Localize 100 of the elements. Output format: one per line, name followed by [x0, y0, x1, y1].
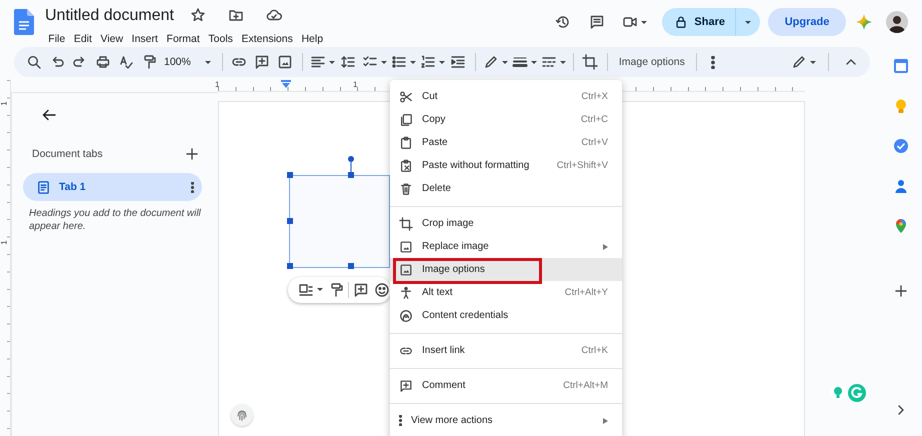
insert-image-icon — [277, 54, 294, 70]
menu-item[interactable]: Content credentials — [390, 304, 622, 327]
caret-icon — [438, 60, 445, 64]
caret-icon — [380, 60, 387, 64]
upgrade-button[interactable]: Upgrade — [768, 8, 846, 36]
image-icon — [399, 240, 413, 254]
back-arrow-icon — [41, 107, 57, 123]
indent-marker[interactable] — [281, 80, 291, 88]
crop-icon — [399, 216, 413, 230]
menu-item[interactable]: Delete — [390, 177, 622, 200]
more-icon — [399, 415, 402, 426]
caret-icon — [410, 60, 416, 64]
share-button[interactable]: Share — [662, 8, 760, 36]
caret-icon — [641, 20, 648, 24]
resize-handle[interactable] — [348, 263, 354, 270]
map-pin-icon — [893, 218, 909, 234]
menu-item[interactable]: View — [96, 32, 128, 46]
scissors-icon — [399, 90, 413, 104]
caret-icon — [502, 60, 508, 64]
caret-icon — [204, 60, 211, 64]
star-icon — [190, 7, 206, 23]
border-color-icon — [482, 54, 499, 70]
rotate-handle[interactable] — [348, 156, 354, 175]
caret-icon — [745, 20, 751, 24]
crop-icon — [582, 54, 598, 70]
avatar[interactable] — [886, 11, 908, 33]
add-comment-icon — [353, 282, 370, 298]
ruler-number: 1 — [215, 80, 220, 89]
align-icon — [310, 54, 326, 70]
menu-item[interactable]: Help — [297, 32, 328, 46]
image-options-button[interactable]: Image options — [612, 50, 691, 74]
more-icon — [711, 56, 716, 68]
menu-item[interactable]: Paste without formatting Ctrl+Shift+V — [390, 154, 622, 177]
more-icon — [191, 182, 194, 192]
menu-item[interactable]: Edit — [70, 32, 96, 46]
numbered-list-icon — [420, 54, 436, 70]
bulleted-list-icon — [390, 54, 407, 70]
menu-item[interactable]: Paste Ctrl+V — [390, 131, 622, 154]
menu-item[interactable]: Crop image — [390, 212, 622, 235]
clipboard-icon — [399, 158, 413, 172]
ruler-number: 1 — [0, 101, 9, 106]
wrap-text-icon — [298, 282, 314, 298]
shortcut-text: Ctrl+K — [581, 345, 608, 356]
section-heading: Document tabs — [32, 148, 103, 160]
menu-item[interactable]: File — [44, 32, 70, 46]
caret-icon — [560, 60, 566, 64]
cloud-status-icon — [266, 7, 282, 23]
ruler-number: 1 — [0, 240, 9, 245]
shortcut-text: Ctrl+X — [581, 91, 608, 102]
line-spacing-icon — [340, 54, 356, 70]
lightbulb-icon — [893, 98, 909, 114]
document-title[interactable]: Untitled document — [44, 6, 175, 24]
document-tab[interactable]: Tab 1 — [23, 173, 202, 201]
menu-item[interactable]: Copy Ctrl+C — [390, 108, 622, 131]
credentials-icon — [399, 308, 413, 322]
document-icon — [36, 180, 51, 194]
shortcut-text: Ctrl+C — [580, 114, 608, 125]
spellcheck-icon — [118, 54, 134, 70]
shortcut-text: Ctrl+Alt+Y — [564, 287, 608, 298]
trash-icon — [399, 182, 413, 196]
print-icon — [94, 54, 110, 70]
docs-logo[interactable] — [14, 9, 34, 35]
emoji-icon — [374, 282, 390, 298]
resize-handle[interactable] — [286, 263, 292, 270]
resize-handle[interactable] — [348, 172, 354, 178]
menu-item[interactable]: Extensions — [237, 32, 298, 46]
outline-hint: Headings you add to the document will appear here. — [29, 207, 202, 233]
menu-item[interactable]: View more actions — [390, 409, 622, 432]
resize-handle[interactable] — [286, 172, 292, 178]
sparkle-icon[interactable] — [856, 14, 872, 30]
menu-item[interactable]: Cut Ctrl+X — [390, 85, 622, 108]
menu-item[interactable]: Insert — [127, 32, 162, 46]
caret-icon — [810, 60, 816, 64]
menu-item[interactable]: Comment Ctrl+Alt+M — [390, 374, 622, 397]
menu-item[interactable]: Alt text Ctrl+Alt+Y — [390, 281, 622, 304]
menu-item[interactable]: Insert link Ctrl+K — [390, 339, 622, 362]
calendar-icon — [893, 58, 909, 74]
search-icon — [26, 54, 42, 70]
wrap-dropdown[interactable] — [298, 282, 323, 298]
add-tab-icon — [184, 146, 200, 162]
lock-icon — [674, 15, 688, 29]
menu-item[interactable]: Tools — [204, 32, 238, 46]
check-circle-icon — [893, 138, 909, 154]
fingerprint-icon — [235, 408, 249, 422]
history-icon — [555, 14, 572, 30]
ruler-number: 1 — [353, 80, 358, 89]
fingerprint-button[interactable] — [231, 404, 253, 426]
caret-icon — [328, 60, 335, 64]
copy-icon — [399, 112, 413, 126]
resize-handle[interactable] — [286, 218, 292, 224]
share-main-button[interactable]: Share — [662, 8, 736, 36]
shortcut-text: Ctrl+V — [581, 137, 608, 148]
zoom-dropdown[interactable]: 100% — [160, 50, 217, 74]
add-comment-icon — [254, 54, 270, 70]
menu-item[interactable]: Replace image — [390, 235, 622, 258]
comments-icon — [589, 14, 606, 30]
add-addon-icon — [893, 283, 909, 299]
menu-item[interactable]: Format — [162, 32, 204, 46]
caret-icon — [530, 60, 537, 64]
image-icon — [399, 262, 413, 276]
